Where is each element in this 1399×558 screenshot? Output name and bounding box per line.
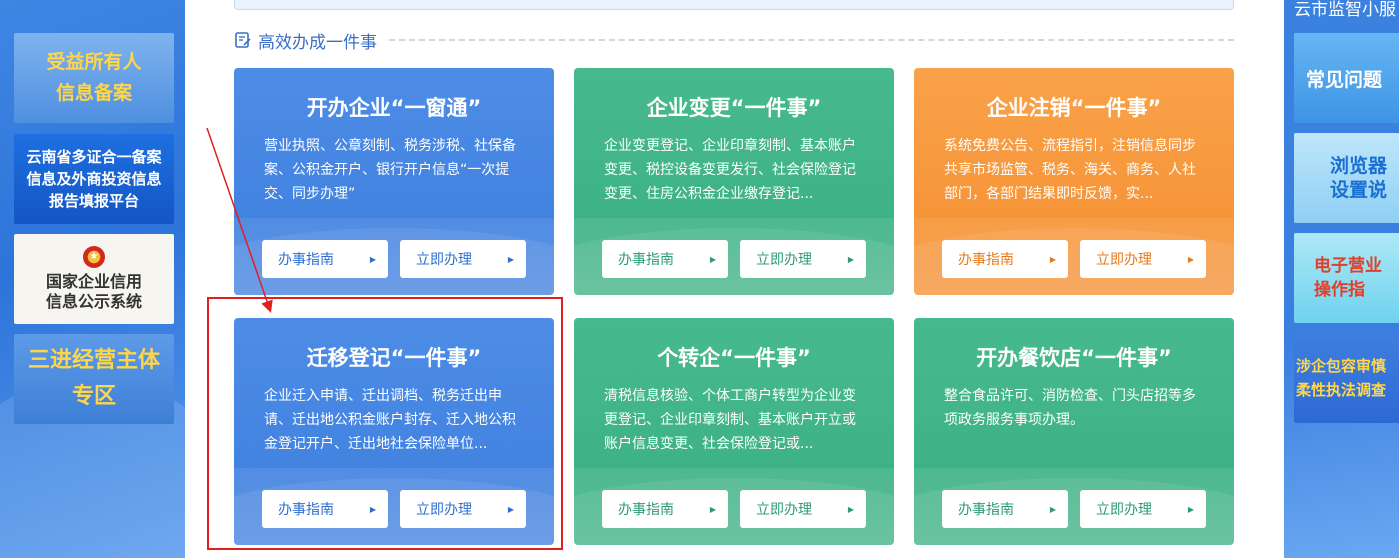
button-label: 立即办理 [756, 502, 812, 518]
card-title: 迁移登记“一件事” [306, 346, 482, 370]
apply-button[interactable]: 立即办理 ▶ [400, 490, 526, 528]
card-description: 营业执照、公章刻制、税务涉税、社保备案、公积金开户、银行开户信息“一次提交、同步… [264, 138, 516, 202]
banner-line: 浏览器 [1330, 155, 1388, 177]
caret-right-icon: ▶ [1049, 254, 1056, 264]
right-sidebar-title: 云市监智小服 [1294, 0, 1396, 20]
section-header: 高效办成一件事 [234, 28, 1234, 53]
caret-right-icon: ▶ [507, 254, 514, 264]
section-title: 高效办成一件事 [258, 32, 377, 53]
card-description: 系统免费公告、流程指引，注销信息同步共享市场监管、税务、海关、商务、人社部门，各… [944, 138, 1196, 202]
guide-button[interactable]: 办事指南 ▶ [262, 490, 388, 528]
apply-button[interactable]: 立即办理 ▶ [740, 490, 866, 528]
button-label: 立即办理 [416, 252, 472, 268]
caret-right-icon: ▶ [709, 254, 716, 264]
banner-line: 报告填报平台 [48, 192, 139, 210]
caret-right-icon: ▶ [369, 254, 376, 264]
banner-e-license-guide[interactable]: 电子营业 操作指 [1294, 233, 1399, 323]
caret-right-icon: ▶ [1187, 254, 1194, 264]
banner-line: 常见问题 [1306, 68, 1383, 91]
top-panel-edge [234, 0, 1234, 10]
guide-button[interactable]: 办事指南 ▶ [942, 240, 1068, 278]
apply-button[interactable]: 立即办理 ▶ [740, 240, 866, 278]
banner-inclusive-enforcement[interactable]: 涉企包容审慎 柔性执法调查 [1294, 333, 1399, 423]
card-title: 企业注销“一件事” [986, 96, 1162, 120]
card-individual-to-enterprise: 个转企“一件事” 清税信息核验、个体工商户转型为企业变更登记、企业印章刻制、基本… [574, 318, 894, 545]
banner-line: 云南省多证合一备案 [26, 148, 162, 166]
section-divider [389, 39, 1234, 41]
banner-line: 柔性执法调查 [1296, 381, 1387, 399]
banner-line: 三进经营主体 [27, 348, 160, 373]
button-label: 立即办理 [1096, 502, 1152, 518]
banner-line: 国家企业信用 [45, 272, 142, 291]
guide-button[interactable]: 办事指南 ▶ [602, 490, 728, 528]
caret-right-icon: ▶ [507, 504, 514, 514]
card-title: 个转企“一件事” [657, 346, 811, 370]
banner-beneficial-owner[interactable]: 受益所有人 信息备案 [14, 33, 174, 123]
banner-line: 信息公示系统 [45, 292, 142, 311]
caret-right-icon: ▶ [1049, 504, 1056, 514]
button-label: 立即办理 [416, 502, 472, 518]
button-label: 办事指南 [278, 502, 334, 518]
banner-line: 信息及外商投资信息 [26, 170, 162, 188]
edit-note-icon [235, 32, 251, 48]
card-description: 整合食品许可、消防检查、门头店招等多项政务服务事项办理。 [944, 388, 1196, 428]
guide-button[interactable]: 办事指南 ▶ [942, 490, 1068, 528]
card-description: 清税信息核验、个体工商户转型为企业变更登记、企业印章刻制、基本账户开立或账户信息… [604, 388, 856, 452]
card-description: 企业变更登记、企业印章刻制、基本账户变更、税控设备变更发行、社会保险登记变更、住… [604, 138, 856, 202]
banner-browser-settings[interactable]: 浏览器 设置说 [1294, 133, 1399, 223]
apply-button[interactable]: 立即办理 ▶ [1080, 240, 1206, 278]
button-label: 立即办理 [1096, 252, 1152, 268]
banner-line: 设置说 [1330, 179, 1388, 201]
card-title: 开办企业“一窗通” [306, 96, 482, 120]
button-label: 办事指南 [278, 252, 334, 268]
caret-right-icon: ▶ [1187, 504, 1194, 514]
card-migration-registration: 迁移登记“一件事” 企业迁入申请、迁出调档、税务迁出申请、迁出地公积金账户封存、… [234, 318, 554, 545]
button-label: 办事指南 [958, 502, 1014, 518]
apply-button[interactable]: 立即办理 ▶ [400, 240, 526, 278]
banner-line: 电子营业 [1314, 256, 1382, 276]
card-title: 企业变更“一件事” [646, 96, 822, 120]
banner-line: 信息备案 [55, 82, 132, 104]
card-description: 企业迁入申请、迁出调档、税务迁出申请、迁出地公积金账户封存、迁入地公积金登记开户… [264, 388, 516, 452]
button-label: 办事指南 [618, 252, 674, 268]
card-business-deregistration: 企业注销“一件事” 系统免费公告、流程指引，注销信息同步共享市场监管、税务、海关… [914, 68, 1234, 295]
caret-right-icon: ▶ [369, 504, 376, 514]
card-business-startup: 开办企业“一窗通” 营业执照、公章刻制、税务涉税、社保备案、公积金开户、银行开户… [234, 68, 554, 295]
banner-multi-cert-platform[interactable]: 云南省多证合一备案 信息及外商投资信息 报告填报平台 [14, 134, 174, 224]
guide-button[interactable]: 办事指南 ▶ [262, 240, 388, 278]
banner-business-entity-zone[interactable]: 三进经营主体 专区 [14, 334, 174, 424]
guide-button[interactable]: 办事指南 ▶ [602, 240, 728, 278]
apply-button[interactable]: 立即办理 ▶ [1080, 490, 1206, 528]
banner-faq[interactable]: 常见问题 [1294, 33, 1399, 123]
caret-right-icon: ▶ [847, 504, 854, 514]
button-label: 办事指南 [958, 252, 1014, 268]
national-emblem-icon: ★ [83, 246, 105, 268]
card-business-change: 企业变更“一件事” 企业变更登记、企业印章刻制、基本账户变更、税控设备变更发行、… [574, 68, 894, 295]
banner-credit-publicity-system[interactable]: ★ 国家企业信用 信息公示系统 [14, 234, 174, 324]
button-label: 立即办理 [756, 252, 812, 268]
banner-line: 受益所有人 [46, 51, 142, 73]
banner-line: 专区 [71, 384, 116, 409]
card-restaurant-startup: 开办餐饮店“一件事” 整合食品许可、消防检查、门头店招等多项政务服务事项办理。 … [914, 318, 1234, 545]
banner-line: 操作指 [1314, 280, 1365, 300]
caret-right-icon: ▶ [847, 254, 854, 264]
banner-line: 涉企包容审慎 [1296, 357, 1387, 375]
card-title: 开办餐饮店“一件事” [976, 346, 1172, 370]
caret-right-icon: ▶ [709, 504, 716, 514]
button-label: 办事指南 [618, 502, 674, 518]
